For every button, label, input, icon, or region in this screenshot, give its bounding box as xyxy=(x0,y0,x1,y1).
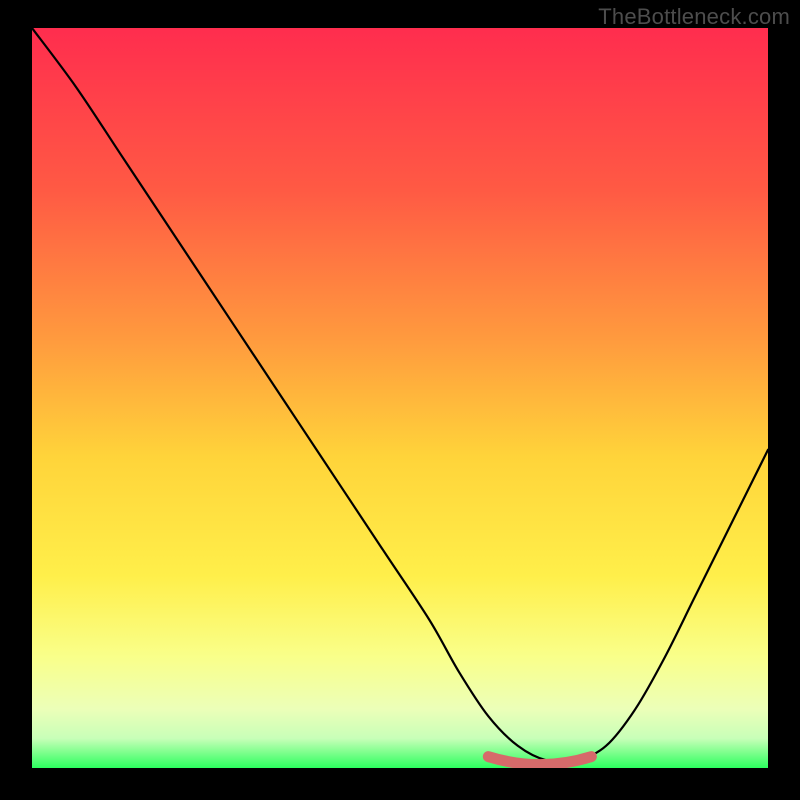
watermark-text: TheBottleneck.com xyxy=(598,4,790,30)
chart-frame: TheBottleneck.com xyxy=(0,0,800,800)
chart-svg xyxy=(32,28,768,768)
gradient-background xyxy=(32,28,768,768)
plot-area xyxy=(32,28,768,768)
